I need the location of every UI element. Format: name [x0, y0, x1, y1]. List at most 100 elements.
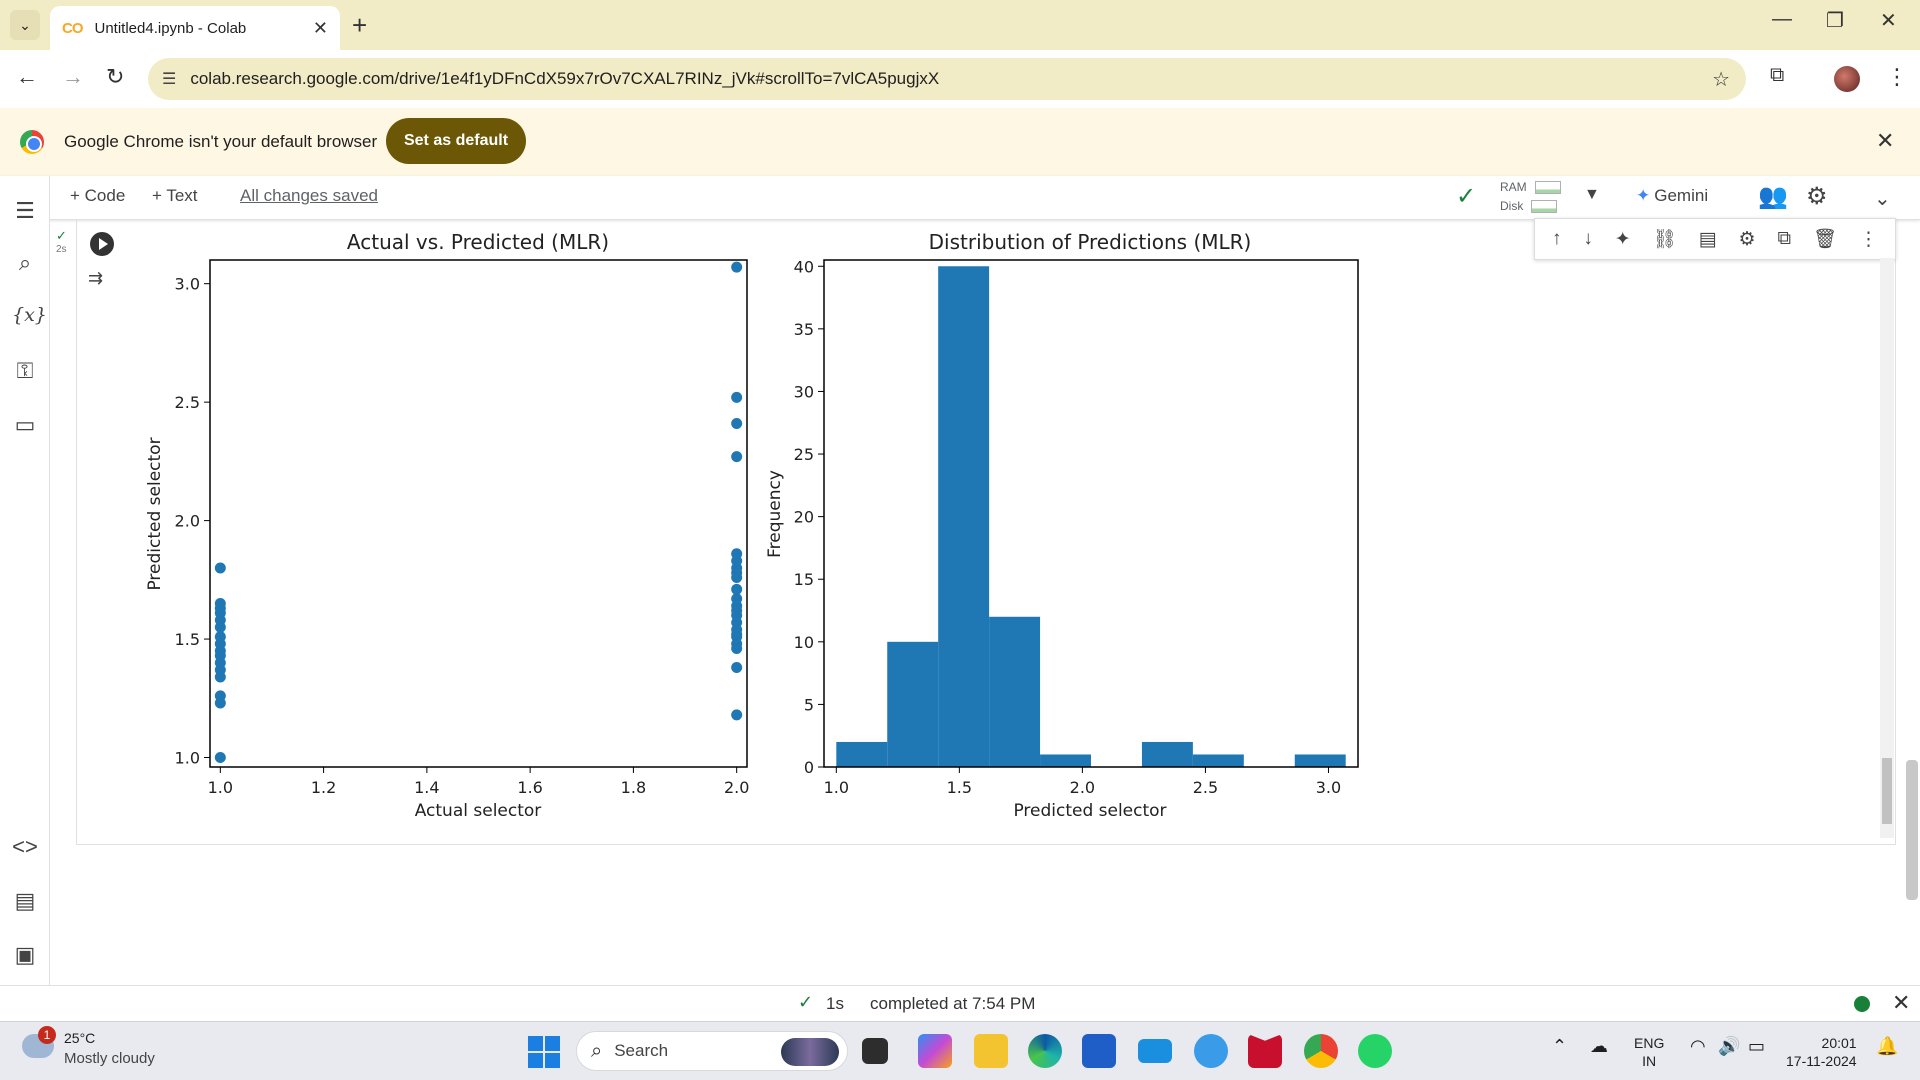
close-status-icon[interactable]: ✕	[1892, 990, 1910, 1016]
taskbar-search-box[interactable]: ⌕ Search	[576, 1031, 848, 1071]
delete-icon[interactable]: 🗑	[1813, 227, 1837, 251]
ram-disk-indicator[interactable]: RAM Disk	[1500, 178, 1561, 216]
search-icon: ⌕	[591, 1039, 603, 1062]
chevron-down-icon: ⌄	[19, 16, 31, 33]
runtime-status-dot[interactable]	[1854, 996, 1870, 1012]
histogram-plot: Distribution of Predictions (MLR) 1.0 1.5…	[765, 230, 1359, 821]
files-folder-icon[interactable]: ▭	[12, 412, 38, 438]
gemini-cell-icon[interactable]: ✦	[1615, 228, 1631, 251]
weather-description[interactable]: Mostly cloudy	[64, 1050, 155, 1067]
scatter-point	[214, 598, 226, 610]
system-clock[interactable]: 20:01 17-11-2024	[1786, 1034, 1857, 1070]
chart-title: Actual vs. Predicted (MLR)	[347, 230, 609, 254]
settings-gear-icon[interactable]: ⚙	[1806, 182, 1828, 211]
link-icon[interactable]: ⛓	[1653, 227, 1677, 251]
address-bar[interactable]: ☰ colab.research.google.com/drive/1e4f1y…	[148, 58, 1746, 100]
set-as-default-button[interactable]: Set as default	[386, 118, 526, 164]
url-text: colab.research.google.com/drive/1e4f1yDF…	[190, 69, 940, 88]
page-scroll-thumb[interactable]	[1906, 760, 1918, 900]
colab-logo-icon: CO	[62, 19, 83, 37]
forward-button[interactable]: →	[62, 64, 84, 90]
move-up-icon[interactable]: ↑	[1552, 228, 1562, 250]
extensions-icon[interactable]: ⧉	[1770, 64, 1784, 87]
gemini-spark-icon: ✦	[1636, 186, 1651, 205]
close-tab-icon[interactable]: ✕	[313, 18, 328, 39]
whatsapp-icon[interactable]	[1358, 1034, 1392, 1068]
table-of-contents-icon[interactable]: ☰	[12, 198, 38, 224]
output-scroll-thumb[interactable]	[1882, 758, 1892, 824]
y-axis-label: Predicted selector	[145, 437, 165, 590]
mirror-cell-icon[interactable]: ⧉	[1777, 228, 1791, 250]
move-down-icon[interactable]: ↓	[1583, 228, 1593, 250]
add-text-button[interactable]: + Text	[152, 186, 198, 206]
profile-avatar[interactable]	[1834, 66, 1860, 92]
file-explorer-icon[interactable]	[974, 1034, 1008, 1068]
back-button[interactable]: ←	[16, 64, 38, 90]
x-tick-label: 1.2	[311, 778, 336, 797]
command-palette-icon[interactable]: ▤	[12, 888, 38, 914]
reload-button[interactable]: ↻	[106, 64, 124, 90]
close-window-button[interactable]: ✕	[1880, 8, 1897, 33]
chrome-menu-icon[interactable]: ⋮	[1886, 64, 1908, 90]
clock-time: 20:01	[1821, 1035, 1857, 1051]
histogram-bar	[989, 616, 1041, 767]
show-hidden-icons-icon[interactable]: ⌃	[1552, 1036, 1567, 1057]
wifi-icon[interactable]: ◠	[1690, 1036, 1706, 1057]
save-status-link[interactable]: All changes saved	[240, 186, 378, 206]
scatter-plot: Actual vs. Predicted (MLR) 1.0 1.2 1.4 1.6 1…	[145, 230, 749, 821]
battery-icon[interactable]: ▭	[1748, 1036, 1765, 1057]
run-cell-button[interactable]	[90, 232, 114, 256]
add-code-button[interactable]: + Code	[70, 186, 125, 206]
tab-search-button[interactable]: ⌄	[10, 10, 40, 40]
site-info-icon[interactable]: ☰	[162, 69, 176, 89]
edge-browser-icon[interactable]	[1028, 1034, 1062, 1068]
language-indicator[interactable]: ENG IN	[1634, 1034, 1664, 1070]
terminal-icon[interactable]: ▣	[12, 942, 38, 968]
copilot-icon[interactable]	[918, 1034, 952, 1068]
mcafee-icon[interactable]	[1248, 1034, 1282, 1068]
variables-icon[interactable]: {x}	[12, 304, 47, 326]
onedrive-icon[interactable]: ☁	[1590, 1036, 1608, 1057]
histogram-bar	[887, 641, 939, 767]
x-tick-label: 1.5	[947, 778, 972, 797]
restore-button[interactable]: ❐	[1826, 8, 1844, 33]
gemini-button[interactable]: ✦ Gemini	[1636, 186, 1708, 206]
bookmark-star-icon[interactable]: ☆	[1712, 67, 1730, 92]
weather-temperature[interactable]: 25°C	[64, 1030, 95, 1046]
y-tick-label: 35	[794, 320, 814, 339]
status-bar: ✓ 1s completed at 7:54 PM ✕	[0, 985, 1920, 1021]
search-icon[interactable]: ⌕	[12, 250, 38, 276]
output-scrollbar[interactable]	[1880, 258, 1894, 838]
output-actions-icon[interactable]: ⇉	[88, 268, 103, 289]
minimize-button[interactable]: —	[1772, 8, 1792, 31]
new-tab-button[interactable]: +	[352, 10, 367, 41]
scatter-point	[731, 583, 743, 595]
chrome-taskbar-icon[interactable]	[1304, 1034, 1338, 1068]
help-icon[interactable]	[1194, 1034, 1228, 1068]
close-infobar-icon[interactable]: ✕	[1876, 128, 1894, 154]
histogram-bar	[1192, 754, 1244, 767]
notifications-bell-icon[interactable]: 🔔	[1876, 1036, 1898, 1057]
collapse-header-icon[interactable]: ⌄	[1874, 186, 1891, 211]
more-options-icon[interactable]: ⋮	[1859, 228, 1878, 251]
share-people-icon[interactable]: 👥	[1758, 182, 1788, 211]
tab-title: Untitled4.ipynb - Colab	[94, 19, 247, 37]
cell-settings-icon[interactable]: ⚙	[1738, 228, 1755, 251]
browser-tab[interactable]: CO Untitled4.ipynb - Colab ✕	[50, 6, 340, 50]
clock-date: 17-11-2024	[1786, 1053, 1857, 1069]
histogram-bar	[1040, 754, 1091, 767]
code-snippets-icon[interactable]: <>	[12, 834, 38, 860]
weather-badge: 1	[38, 1026, 56, 1044]
start-windows-icon[interactable]	[528, 1036, 560, 1068]
runtime-dropdown-icon[interactable]: ▼	[1584, 186, 1600, 204]
scatter-point	[731, 451, 743, 463]
x-tick-label: 2.0	[1070, 778, 1095, 797]
myhp-icon[interactable]	[1138, 1039, 1172, 1063]
comment-icon[interactable]: ▤	[1699, 228, 1717, 251]
microsoft-store-icon[interactable]	[1082, 1034, 1116, 1068]
volume-icon[interactable]: 🔊	[1718, 1036, 1740, 1057]
task-view-icon[interactable]	[862, 1038, 888, 1064]
scatter-point	[731, 548, 743, 560]
chart-title: Distribution of Predictions (MLR)	[929, 230, 1252, 254]
secrets-key-icon[interactable]: ⚿	[12, 358, 38, 384]
